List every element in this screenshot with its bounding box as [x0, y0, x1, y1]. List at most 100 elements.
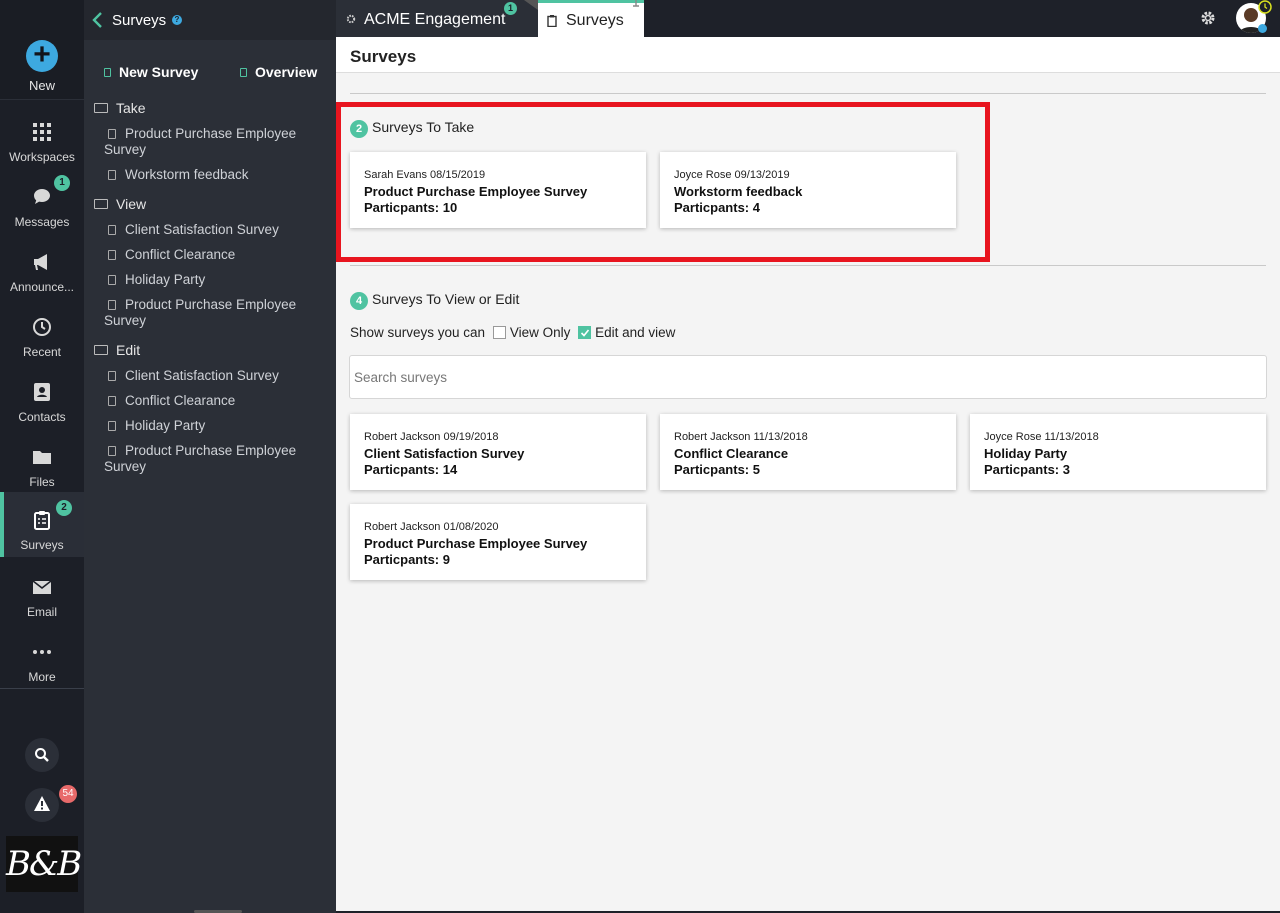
card-title: Conflict Clearance	[674, 446, 789, 461]
rail-item-more[interactable]: More	[0, 630, 84, 695]
document-icon	[108, 275, 116, 285]
new-button[interactable]: + New	[0, 0, 84, 100]
company-logo: B&B	[6, 836, 82, 892]
rail-item-surveys[interactable]: 2 Surveys	[0, 492, 84, 557]
tab-badge: 1	[504, 2, 517, 15]
card-meta: Joyce Rose 09/13/2019	[674, 169, 790, 181]
survey-card[interactable]: Robert Jackson 11/13/2018 Conflict Clear…	[660, 414, 956, 490]
nav-group-view[interactable]: View	[94, 196, 146, 212]
edit-and-view-label: Edit and view	[595, 325, 676, 340]
new-survey-button[interactable]: New Survey	[104, 64, 198, 80]
plus-icon: +	[26, 40, 58, 72]
contacts-icon	[34, 383, 50, 401]
nav-item-survey[interactable]: Conflict Clearance	[104, 393, 314, 409]
gear-small-icon	[346, 14, 356, 24]
edit-and-view-checkbox[interactable]	[578, 326, 592, 339]
clipboard-icon	[547, 15, 557, 27]
rail-label: Surveys	[20, 538, 64, 552]
clock-status-icon	[1258, 0, 1272, 14]
clipboard-icon	[34, 511, 50, 530]
envelope-icon	[32, 580, 52, 594]
grid-icon	[33, 123, 51, 141]
nav-item-survey[interactable]: Product Purchase Employee Survey	[104, 126, 314, 158]
rail-divider	[0, 688, 84, 689]
alerts-button[interactable]	[25, 788, 59, 822]
nav-item-survey[interactable]: Holiday Party	[104, 418, 314, 434]
tab-surveys[interactable]: Surveys	[538, 0, 644, 37]
folder-open-icon	[94, 345, 108, 355]
nav-item-survey[interactable]: Holiday Party	[104, 272, 314, 288]
document-icon	[108, 250, 116, 260]
rail-item-files[interactable]: Files	[0, 435, 84, 500]
folder-open-icon	[94, 103, 108, 113]
nav-item-survey[interactable]: Workstorm feedback	[104, 167, 314, 183]
card-participants: Particpants: 10	[364, 200, 458, 215]
chat-icon	[34, 189, 50, 204]
nav-item-survey[interactable]: Conflict Clearance	[104, 247, 314, 263]
survey-card[interactable]: Sarah Evans 08/15/2019 Product Purchase …	[350, 152, 646, 228]
nav-group-take[interactable]: Take	[94, 100, 146, 116]
search-surveys-input[interactable]	[349, 355, 1267, 399]
document-icon	[108, 300, 116, 310]
document-icon	[108, 421, 116, 431]
nav-header: Surveys ?	[84, 0, 336, 40]
rail-label: Workspaces	[9, 150, 75, 164]
check-icon	[581, 329, 590, 337]
view-only-checkbox[interactable]	[492, 326, 506, 339]
nav-group-edit[interactable]: Edit	[94, 342, 140, 358]
nav-item-survey[interactable]: Product Purchase Employee Survey	[104, 443, 314, 475]
tab-bar: ACME Engagement 1 Surveys	[336, 0, 1280, 37]
tab-label: ACME Engagement	[364, 11, 506, 28]
survey-card[interactable]: Joyce Rose 09/13/2019 Workstorm feedback…	[660, 152, 956, 228]
rail-label: Contacts	[18, 410, 66, 424]
rail-item-recent[interactable]: Recent	[0, 305, 84, 370]
rail-item-email[interactable]: Email	[0, 565, 84, 630]
survey-card[interactable]: Robert Jackson 09/19/2018 Client Satisfa…	[350, 414, 646, 490]
main-header: Surveys	[336, 37, 1280, 73]
settings-gear-icon[interactable]	[1198, 8, 1218, 28]
rail-item-workspaces[interactable]: Workspaces	[0, 110, 84, 175]
survey-card[interactable]: Joyce Rose 11/13/2018 Holiday Party Part…	[970, 414, 1266, 490]
nav-item-survey[interactable]: Client Satisfaction Survey	[104, 222, 314, 238]
card-title: Product Purchase Employee Survey	[364, 184, 588, 199]
rail-item-contacts[interactable]: Contacts	[0, 370, 84, 435]
rail-label: Email	[26, 605, 57, 619]
more-icon	[33, 650, 51, 654]
survey-card[interactable]: Robert Jackson 01/08/2020 Product Purcha…	[350, 504, 646, 580]
rail-item-announcements[interactable]: Announce...	[0, 240, 84, 305]
card-title: Holiday Party	[984, 446, 1068, 461]
pin-icon[interactable]	[632, 0, 640, 10]
card-meta: Joyce Rose 11/13/2018	[984, 431, 1099, 443]
page-title: Surveys	[350, 47, 417, 66]
count-badge: 4	[350, 292, 368, 310]
rail-label: Messages	[14, 215, 70, 229]
tab-acme-engagement[interactable]: ACME Engagement 1	[336, 0, 538, 37]
nav-item-survey[interactable]: Client Satisfaction Survey	[104, 368, 314, 384]
rail-label: More	[28, 670, 56, 684]
nav-item-survey[interactable]: Product Purchase Employee Survey	[104, 297, 314, 329]
tab-corner-icon	[524, 0, 538, 10]
help-icon[interactable]: ?	[172, 15, 182, 25]
card-participants: Particpants: 9	[364, 552, 450, 567]
presence-dot	[1258, 24, 1267, 33]
rail-label: Files	[29, 475, 55, 489]
document-icon	[108, 371, 116, 381]
overview-button[interactable]: Overview	[240, 64, 317, 80]
search-icon	[35, 748, 49, 762]
nav-title: Surveys	[112, 12, 167, 29]
document-icon	[108, 129, 116, 139]
card-title: Client Satisfaction Survey	[364, 446, 525, 461]
rail-item-messages[interactable]: 1 Messages	[0, 175, 84, 240]
view-only-label: View Only	[509, 325, 571, 340]
app-rail: + New Workspaces 1 Messages Announce... …	[0, 0, 84, 913]
chevron-left-icon[interactable]	[92, 12, 104, 28]
main-content: Surveys 2 Surveys To Take Sarah Evans 08/…	[336, 37, 1280, 911]
search-button[interactable]	[25, 738, 59, 772]
rail-label: Announce...	[9, 280, 75, 294]
card-meta: Robert Jackson 09/19/2018	[364, 431, 499, 443]
count-badge: 2	[350, 120, 368, 138]
filter-label: Show surveys you can	[350, 325, 486, 340]
section-title-view: 4 Surveys To View or Edit	[350, 291, 519, 310]
section-divider	[350, 265, 1266, 266]
card-participants: Particpants: 5	[674, 462, 760, 477]
